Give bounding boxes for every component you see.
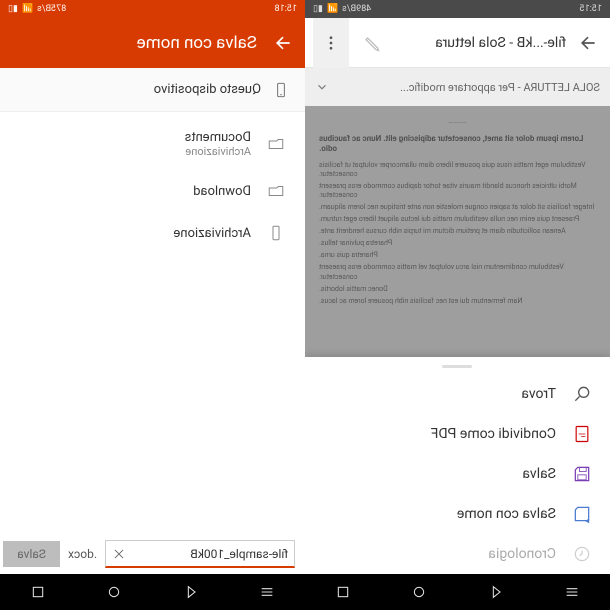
bottom-sheet: Trova Condividi come PDF Salva Salva con… <box>305 357 610 574</box>
overflow-menu-icon[interactable] <box>313 18 349 68</box>
sheet-share-pdf[interactable]: Condividi come PDF <box>305 414 610 454</box>
folder-storage[interactable]: Archiviazione <box>16 214 289 252</box>
folder-list: Documents Archiviazione Download Archivi… <box>0 112 305 260</box>
folder-documents[interactable]: Documents Archiviazione <box>16 120 289 168</box>
sheet-find-label: Trova <box>521 386 556 402</box>
folder-name: Archiviazione <box>173 226 251 241</box>
nav-back-icon[interactable] <box>183 584 199 600</box>
sheet-save[interactable]: Salva <box>305 454 610 494</box>
folder-icon <box>265 182 287 200</box>
nav-recent-icon[interactable] <box>335 584 351 600</box>
sheet-handle[interactable] <box>443 365 473 368</box>
save-button[interactable]: Salva <box>3 541 60 567</box>
battery-icon: ▮▯ <box>313 4 323 14</box>
status-time: 15:15 <box>580 4 602 14</box>
nav-home-icon[interactable] <box>411 584 427 600</box>
status-bar-right: 15:15 489B/s 📶 ▮▯ <box>305 0 610 18</box>
folder-name: Documents <box>185 130 251 145</box>
back-arrow-icon[interactable] <box>273 33 293 53</box>
search-icon <box>572 384 592 404</box>
folder-icon <box>265 135 287 153</box>
nav-menu-icon[interactable] <box>564 584 580 600</box>
status-net: 875B/s <box>37 4 66 14</box>
header-title: Salva con nome <box>12 33 257 53</box>
banner-text: SOLA LETTURA - Per apportare modific... <box>337 81 600 94</box>
floppy-icon <box>572 464 592 484</box>
device-label: Questo dispositivo <box>154 82 261 97</box>
phone-storage-icon <box>265 224 287 242</box>
folder-download[interactable]: Download <box>16 172 289 210</box>
chevron-down-icon <box>315 80 329 94</box>
clear-icon[interactable] <box>112 547 126 561</box>
android-nav-bar <box>0 574 610 610</box>
sheet-save-as-label: Salva con nome <box>457 506 556 522</box>
sheet-history-label: Cronologia <box>488 546 556 562</box>
status-bar-left: 15:18 875B/s 📶 ▮▯ <box>0 0 305 18</box>
sheet-share-pdf-label: Condividi come PDF <box>431 426 556 442</box>
sheet-save-label: Salva <box>522 466 556 482</box>
document-header: file-...kB - Sola lettura <box>305 18 610 68</box>
filename-input[interactable] <box>132 547 288 561</box>
status-net: 489B/s <box>342 4 371 14</box>
history-icon <box>572 544 592 564</box>
sheet-history[interactable]: Cronologia <box>305 534 610 574</box>
folder-name: Download <box>193 184 251 199</box>
nav-recent-icon[interactable] <box>30 584 46 600</box>
nav-home-icon[interactable] <box>106 584 122 600</box>
device-row[interactable]: Questo dispositivo <box>0 68 305 112</box>
folder-sub: Archiviazione <box>185 145 251 158</box>
wifi-icon: 📶 <box>327 4 338 14</box>
document-title: file-...kB - Sola lettura <box>393 35 566 51</box>
battery-icon: ▮▯ <box>8 4 18 14</box>
nav-menu-icon[interactable] <box>259 584 275 600</box>
save-as-header: Salva con nome <box>0 18 305 68</box>
phone-icon <box>273 80 289 100</box>
sheet-find[interactable]: Trova <box>305 374 610 414</box>
back-arrow-icon[interactable] <box>574 18 602 68</box>
nav-back-icon[interactable] <box>488 584 504 600</box>
file-extension: .docx <box>68 547 97 561</box>
sheet-save-as[interactable]: Salva con nome <box>305 494 610 534</box>
pdf-icon <box>572 424 592 444</box>
filename-field[interactable] <box>105 540 295 568</box>
status-time: 15:18 <box>275 4 297 14</box>
filename-bar: .docx Salva <box>0 534 305 574</box>
wifi-icon: 📶 <box>22 4 33 14</box>
readonly-banner[interactable]: SOLA LETTURA - Per apportare modific... <box>305 68 610 106</box>
pencil-icon[interactable] <box>357 18 385 68</box>
save-as-icon <box>572 504 592 524</box>
